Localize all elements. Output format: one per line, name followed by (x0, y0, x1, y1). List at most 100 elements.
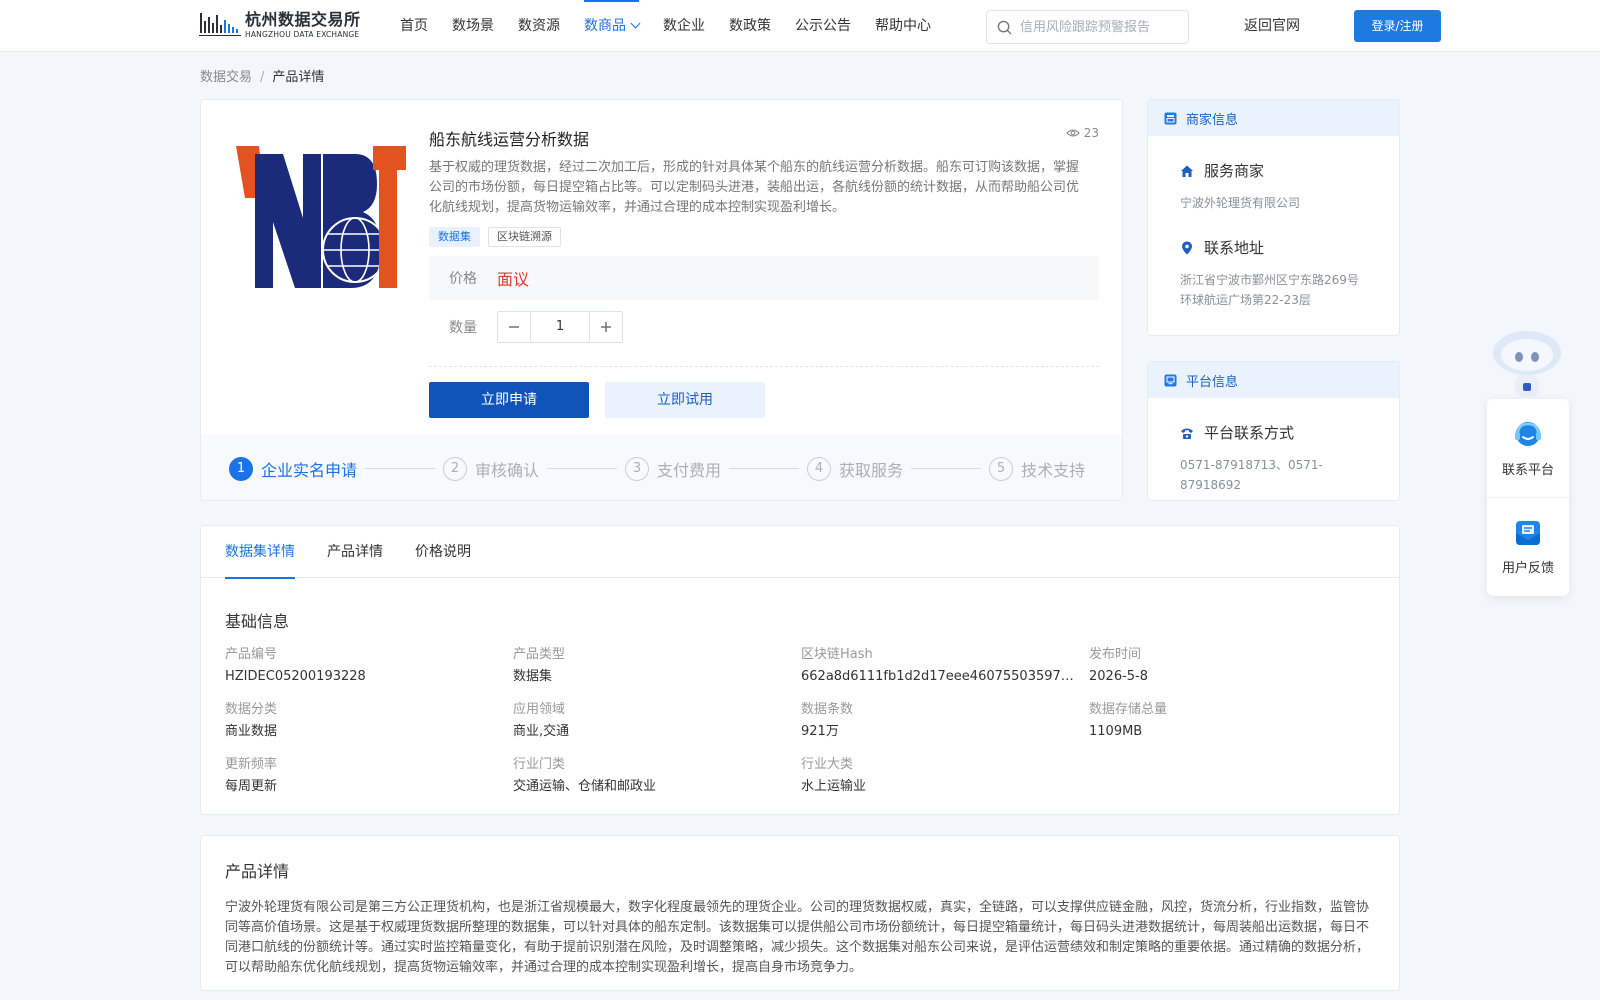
tag-blockchain-trace: 区块链溯源 (488, 227, 561, 247)
price-label: 价格 (449, 271, 477, 287)
field-key: 区块链Hash (801, 647, 873, 662)
contact-address-label: 联系地址 (1180, 237, 1399, 258)
nav-scenes[interactable]: 数场景 (452, 0, 494, 52)
field-key: 数据分类 (225, 702, 278, 717)
product-description: 基于权威的理货数据，经过二次加工后，形成的针对具体某个船东的航线运营分析数据。船… (429, 160, 1080, 215)
field-key: 行业门类 (513, 757, 566, 772)
field-record-count: 数据条数 921万 (801, 701, 1089, 742)
nav-resources[interactable]: 数资源 (518, 0, 560, 52)
step-2: 2 审核确认 (443, 456, 539, 481)
service-merchant-value: 宁波外轮理货有限公司 (1180, 196, 1301, 210)
main-nav: 首页 数场景 数资源 数商品 数企业 数政策 公示公告 帮助中心 (400, 0, 955, 52)
search-box (986, 10, 1189, 44)
basic-info-title: 基础信息 (225, 612, 290, 631)
field-key: 产品类型 (513, 647, 566, 662)
breadcrumb-separator: / (260, 70, 265, 85)
platform-contact-label-text: 平台联系方式 (1204, 424, 1295, 442)
field-value: 交通运输、仓储和邮政业 (513, 779, 657, 794)
nav-enterprises[interactable]: 数企业 (663, 0, 705, 52)
contact-platform-label: 联系平台 (1501, 462, 1554, 478)
step-label: 企业实名申请 (261, 460, 358, 480)
step-connector (911, 468, 982, 469)
step-number: 2 (443, 456, 468, 481)
step-label: 技术支持 (1021, 460, 1086, 480)
site-logo[interactable]: 杭州数据交易所 HANGZHOU DATA EXCHANGE (199, 8, 369, 42)
field-product-type: 产品类型 数据集 (513, 646, 801, 687)
back-to-site-link[interactable]: 返回官网 (1244, 0, 1300, 52)
process-steps: 1 企业实名申请 2 审核确认 3 支付费用 4 获取服务 5 技术支持 (201, 435, 1122, 500)
price-row: 价格 面议 (429, 256, 1099, 300)
quantity-stepper: 1 (497, 311, 623, 343)
field-industry-section: 行业门类交通运输、仓储和邮政业 (513, 756, 801, 797)
breadcrumb: 数据交易 / 产品详情 (200, 66, 324, 85)
logo-mark-icon (199, 11, 243, 39)
platform-info-header: 平台信息 (1148, 362, 1399, 398)
contact-address-value: 浙江省宁波市鄞州区宁东路269号环球航运广场第22-23层 (1180, 273, 1359, 307)
field-application-domain: 应用领域 商业,交通 (513, 701, 801, 742)
product-detail-title: 产品详情 (225, 862, 290, 881)
product-logo-image (231, 140, 406, 300)
merchant-info-title: 商家信息 (1186, 112, 1239, 128)
field-value: 662a8d6111fb1d2d17eee460755035973e… (801, 669, 1076, 684)
customer-service-headset-icon (1515, 421, 1541, 446)
field-value: 1109MB (1089, 724, 1143, 739)
step-number: 3 (625, 456, 650, 481)
monitor-icon (1164, 374, 1177, 386)
breadcrumb-root[interactable]: 数据交易 (200, 70, 252, 85)
platform-info-title: 平台信息 (1186, 374, 1239, 390)
increment-button[interactable] (590, 312, 622, 342)
user-feedback-button[interactable]: 用户反馈 (1487, 497, 1569, 595)
merchant-info-card: 商家信息 服务商家 宁波外轮理货有限公司 联系地址 浙江省宁波市鄞州区宁东路26… (1147, 99, 1400, 336)
step-connector (729, 468, 800, 469)
divider (429, 366, 1099, 367)
step-connector (547, 468, 618, 469)
view-count-value: 23 (1083, 126, 1099, 140)
field-value: 数据集 (513, 669, 553, 684)
nav-products[interactable]: 数商品 (584, 0, 641, 52)
field-value: HZIDEC05200193228 (225, 669, 366, 684)
assistant-robot-icon[interactable] (1487, 325, 1567, 400)
tab-price-info[interactable]: 价格说明 (415, 526, 471, 578)
product-detail-card: 产品详情 宁波外轮理货有限公司是第三方公正理货机构，也是浙江省规模最大，数字化程… (200, 835, 1400, 991)
field-blockchain-hash: 区块链Hash 662a8d6111fb1d2d17eee460755035973… (801, 646, 1089, 687)
field-value: 商业,交通 (513, 724, 570, 739)
nav-announcements[interactable]: 公示公告 (795, 0, 851, 52)
field-key: 发布时间 (1089, 647, 1142, 662)
search-input[interactable] (1020, 19, 1180, 35)
search-icon (997, 20, 1012, 34)
field-key: 产品编号 (225, 647, 278, 662)
nav-help-center[interactable]: 帮助中心 (875, 0, 931, 52)
detail-tabs: 数据集详情 产品详情 价格说明 (201, 526, 1399, 579)
product-title: 船东航线运营分析数据 (429, 130, 590, 149)
user-feedback-label: 用户反馈 (1501, 561, 1554, 576)
step-number: 5 (989, 456, 1014, 481)
tab-dataset-details[interactable]: 数据集详情 (225, 526, 295, 579)
floating-side-panel: 联系平台 用户反馈 (1487, 399, 1569, 596)
nav-products-label: 数商品 (584, 18, 626, 34)
product-tags: 数据集 区块链溯源 (429, 227, 1099, 247)
quantity-value[interactable]: 1 (530, 312, 590, 342)
platform-info-card: 平台信息 平台联系方式 0571-87918713、0571-87918692 (1147, 361, 1400, 501)
contact-platform-button[interactable]: 联系平台 (1487, 399, 1569, 497)
decrement-button[interactable] (498, 312, 530, 342)
field-data-category: 数据分类 商业数据 (225, 701, 513, 742)
field-publish-date: 发布时间 2026-5-8 (1089, 646, 1377, 687)
field-industry-division: 行业大类 水上运输业 (801, 756, 1089, 797)
apply-now-button[interactable]: 立即申请 (429, 382, 589, 418)
tab-product-details[interactable]: 产品详情 (327, 526, 383, 578)
platform-contact-value: 0571-87918713、0571-87918692 (1180, 458, 1323, 492)
step-connector (365, 468, 436, 469)
step-5: 5 技术支持 (989, 456, 1086, 481)
price-value: 面议 (497, 270, 530, 289)
try-now-button[interactable]: 立即试用 (605, 382, 765, 418)
home-icon (1181, 165, 1193, 177)
breadcrumb-current: 产品详情 (272, 70, 325, 85)
field-key: 更新频率 (225, 757, 278, 772)
nav-policies[interactable]: 数政策 (729, 0, 771, 52)
login-register-button[interactable]: 登录/注册 (1354, 10, 1441, 42)
field-value: 商业数据 (225, 724, 278, 739)
nav-home[interactable]: 首页 (400, 0, 428, 52)
shop-icon (1164, 112, 1177, 124)
product-card: 船东航线运营分析数据 23 基于权威的理货数据，经过二次加工后，形成的针对具体某… (200, 99, 1123, 501)
field-value: 每周更新 (225, 779, 278, 794)
